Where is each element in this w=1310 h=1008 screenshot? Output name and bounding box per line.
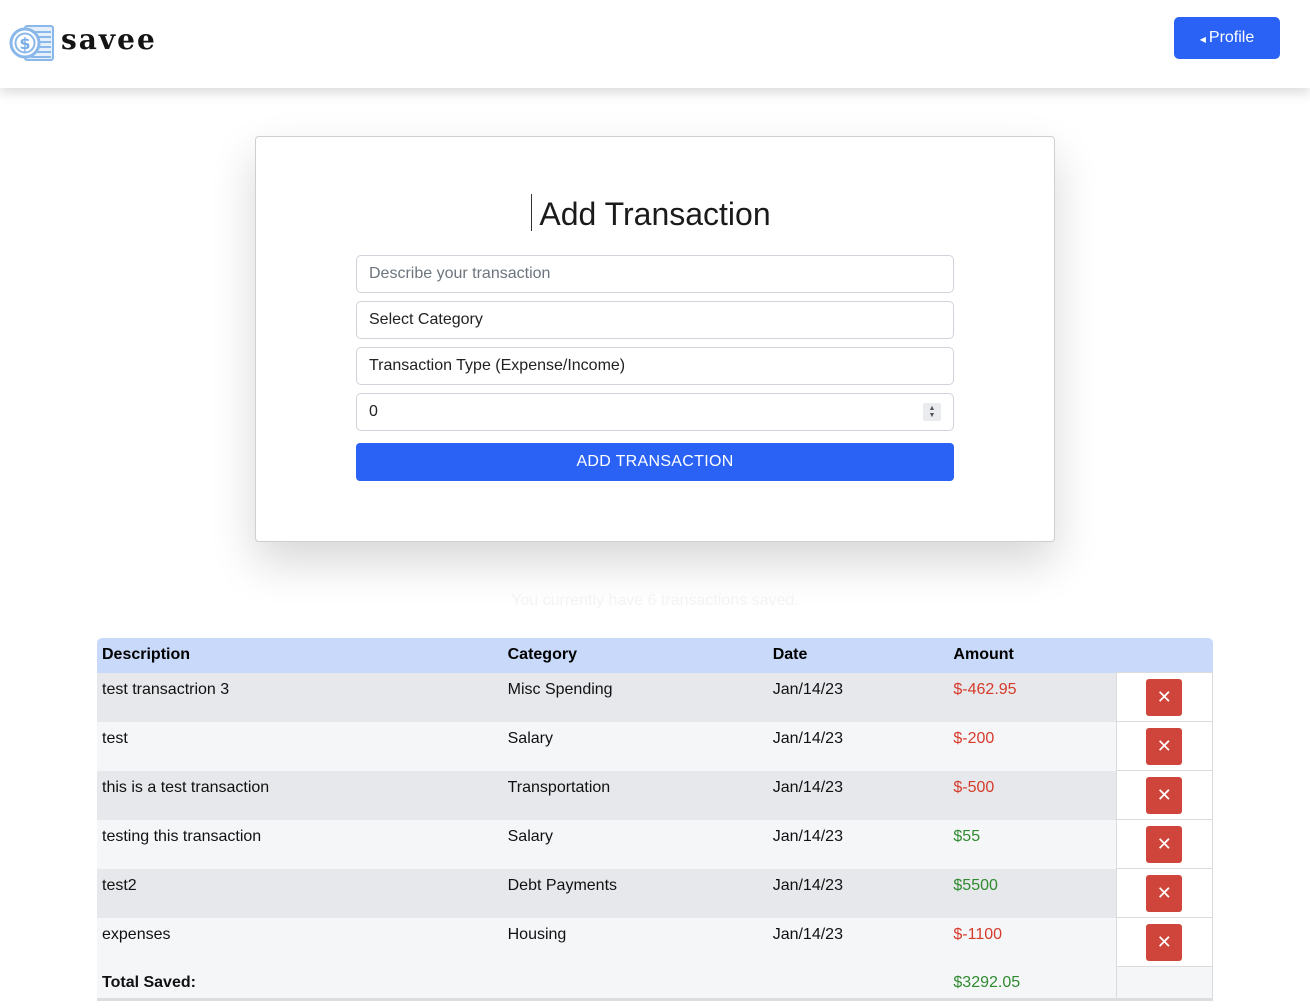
total-row: Total Saved: $3292.05 xyxy=(97,966,1214,1001)
row-category: Debt Payments xyxy=(502,868,768,918)
delete-row-button[interactable]: ✕ xyxy=(1146,924,1183,961)
caret-left-icon: ◀ xyxy=(1199,34,1206,44)
table-row: test transactrion 3 Misc Spending Jan/14… xyxy=(97,672,1214,722)
delete-row-button[interactable]: ✕ xyxy=(1146,777,1183,814)
table-row: expenses Housing Jan/14/23 $-1100 ✕ xyxy=(97,917,1214,967)
row-date: Jan/14/23 xyxy=(767,868,949,918)
row-category: Housing xyxy=(502,917,768,967)
transaction-type-select[interactable]: Transaction Type (Expense/Income) xyxy=(356,347,954,385)
total-saved-value: $3292.05 xyxy=(948,966,1117,1001)
column-header-date: Date xyxy=(767,638,949,673)
navbar: $ savee ◀ Profile xyxy=(0,0,1310,88)
row-date: Jan/14/23 xyxy=(767,721,949,771)
row-description: this is a test transaction xyxy=(97,770,503,820)
table-row: test2 Debt Payments Jan/14/23 $5500 ✕ xyxy=(97,868,1214,918)
svg-text:$: $ xyxy=(19,34,30,53)
row-amount: $-1100 xyxy=(948,917,1117,967)
row-category: Salary xyxy=(502,819,768,869)
amount-input[interactable]: 0 ▲ ▼ xyxy=(356,393,954,431)
brand-logo-text[interactable]: savee xyxy=(61,22,157,58)
delete-row-button[interactable]: ✕ xyxy=(1146,728,1183,765)
row-amount: $-462.95 xyxy=(948,672,1117,722)
number-spinner-icon[interactable]: ▲ ▼ xyxy=(923,403,941,421)
transactions-table: Description Category Date Amount test tr… xyxy=(97,638,1214,1001)
description-input[interactable]: Describe your transaction xyxy=(356,255,954,293)
delete-row-button[interactable]: ✕ xyxy=(1146,875,1183,912)
dollar-coin-logo-icon: $ xyxy=(9,25,54,61)
row-date: Jan/14/23 xyxy=(767,917,949,967)
table-header-row: Description Category Date Amount xyxy=(97,638,1213,673)
row-amount: $-200 xyxy=(948,721,1117,771)
add-transaction-card: Add Transaction Describe your transactio… xyxy=(255,136,1055,542)
delete-row-button[interactable]: ✕ xyxy=(1146,679,1183,716)
add-transaction-button[interactable]: ADD TRANSACTION xyxy=(356,443,954,481)
column-header-amount: Amount xyxy=(948,638,1117,673)
amount-value: 0 xyxy=(369,403,378,420)
delete-row-button[interactable]: ✕ xyxy=(1146,826,1183,863)
row-date: Jan/14/23 xyxy=(767,770,949,820)
row-amount: $55 xyxy=(948,819,1117,869)
table-row: testing this transaction Salary Jan/14/2… xyxy=(97,819,1214,869)
text-cursor xyxy=(531,194,532,231)
column-header-actions xyxy=(1116,638,1213,673)
row-description: test2 xyxy=(97,868,503,918)
profile-button-label: Profile xyxy=(1208,29,1255,46)
add-transaction-title: Add Transaction xyxy=(539,196,771,232)
table-row: test Salary Jan/14/23 $-200 ✕ xyxy=(97,721,1214,771)
row-amount: $-500 xyxy=(948,770,1117,820)
profile-button[interactable]: ◀ Profile xyxy=(1174,17,1280,59)
total-label: Total Saved: xyxy=(97,966,503,1001)
row-category: Transportation xyxy=(502,770,768,820)
row-category: Salary xyxy=(502,721,768,771)
table-row: this is a test transaction Transportatio… xyxy=(97,770,1214,820)
row-amount: $5500 xyxy=(948,868,1117,918)
column-header-description: Description xyxy=(97,638,503,673)
row-category: Misc Spending xyxy=(502,672,768,722)
category-select[interactable]: Select Category xyxy=(356,301,954,339)
row-description: test xyxy=(97,721,503,771)
column-header-category: Category xyxy=(502,638,768,673)
row-date: Jan/14/23 xyxy=(767,819,949,869)
row-description: test transactrion 3 xyxy=(97,672,503,722)
row-description: expenses xyxy=(97,917,503,967)
row-date: Jan/14/23 xyxy=(767,672,949,722)
transaction-count-text: You currently have 6 transactions saved. xyxy=(511,592,799,609)
row-description: testing this transaction xyxy=(97,819,503,869)
